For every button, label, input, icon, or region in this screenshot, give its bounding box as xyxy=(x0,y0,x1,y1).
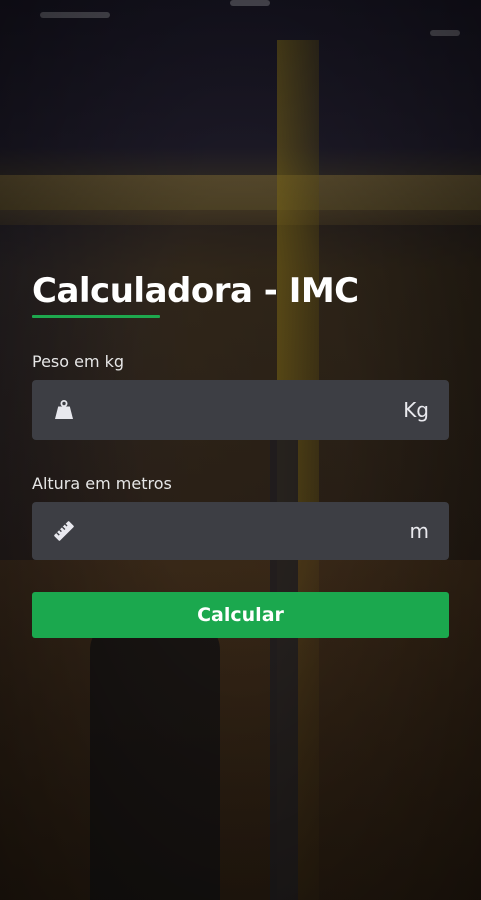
height-label: Altura em metros xyxy=(32,474,172,493)
weight-label: Peso em kg xyxy=(32,352,125,371)
height-unit: m xyxy=(409,519,429,543)
height-field[interactable]: m xyxy=(32,502,449,560)
weight-unit: Kg xyxy=(403,398,429,422)
bmi-form: Calculadora - IMC Peso em kg Kg Altura e… xyxy=(32,270,449,638)
title-underline xyxy=(32,315,160,318)
ruler-icon xyxy=(52,519,76,543)
page-title: Calculadora - IMC xyxy=(32,271,359,311)
weight-input[interactable] xyxy=(76,380,404,440)
height-input[interactable] xyxy=(76,502,410,560)
calculate-button[interactable]: Calcular xyxy=(32,592,449,638)
weight-icon xyxy=(52,398,76,422)
weight-field[interactable]: Kg xyxy=(32,380,449,440)
